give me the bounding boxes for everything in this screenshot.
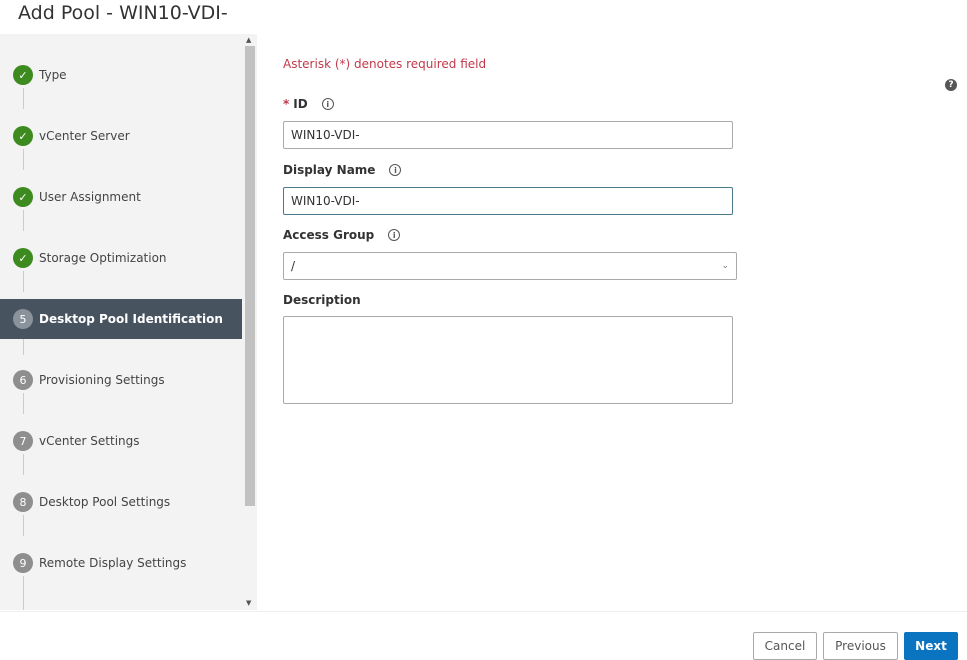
check-icon: ✓ [13, 187, 33, 207]
step-connector [23, 149, 24, 170]
step-provisioning-settings[interactable]: 6 Provisioning Settings [0, 360, 242, 400]
description-label: Description [283, 293, 361, 307]
scrollbar-thumb[interactable] [245, 46, 255, 506]
step-storage-optimization[interactable]: ✓ Storage Optimization [0, 238, 242, 278]
step-connector [23, 339, 24, 355]
step-connector [23, 210, 24, 231]
step-number: 8 [13, 492, 33, 512]
step-connector [23, 271, 24, 292]
sidebar-scrollbar[interactable]: ▲ ▼ [244, 34, 256, 610]
description-textarea[interactable] [283, 316, 733, 404]
wizard-steps-sidebar: ✓ Type ✓ vCenter Server ✓ User Assignment ✓… [0, 34, 257, 610]
id-label: * ID i [283, 97, 334, 111]
display-name-label: Display Name i [283, 163, 402, 177]
check-icon: ✓ [13, 126, 33, 146]
next-button[interactable]: Next [904, 632, 958, 660]
step-connector [23, 576, 24, 610]
required-field-note: Asterisk (*) denotes required field [283, 57, 487, 71]
dialog-title: Add Pool - WIN10-VDI- [18, 2, 228, 24]
step-desktop-pool-settings[interactable]: 8 Desktop Pool Settings [0, 482, 242, 522]
step-number: 7 [13, 431, 33, 451]
scroll-up-icon[interactable]: ▲ [246, 36, 251, 44]
required-asterisk: * [283, 97, 290, 111]
step-connector [23, 454, 24, 475]
step-number: 5 [13, 309, 33, 329]
step-type[interactable]: ✓ Type [0, 55, 242, 95]
step-number: 9 [13, 553, 33, 573]
step-vcenter-server[interactable]: ✓ vCenter Server [0, 116, 242, 156]
info-icon[interactable]: i [389, 164, 402, 176]
id-input[interactable]: WIN10-VDI- [283, 121, 733, 149]
info-icon[interactable]: i [321, 98, 334, 110]
access-group-select[interactable]: / ⌄ [283, 252, 737, 280]
chevron-down-icon: ⌄ [721, 261, 729, 271]
step-number: 6 [13, 370, 33, 390]
step-vcenter-settings[interactable]: 7 vCenter Settings [0, 421, 242, 461]
display-name-input[interactable]: WIN10-VDI- [283, 187, 733, 215]
step-connector [23, 88, 24, 109]
check-icon: ✓ [13, 248, 33, 268]
scroll-down-icon[interactable]: ▼ [246, 599, 251, 607]
step-user-assignment[interactable]: ✓ User Assignment [0, 177, 242, 217]
step-remote-display-settings[interactable]: 9 Remote Display Settings [0, 543, 242, 583]
info-icon[interactable]: i [388, 229, 401, 241]
cancel-button[interactable]: Cancel [753, 632, 817, 660]
step-desktop-pool-identification[interactable]: 5 Desktop Pool Identification [0, 299, 242, 339]
previous-button[interactable]: Previous [823, 632, 898, 660]
access-group-label: Access Group i [283, 228, 401, 242]
footer-divider [0, 611, 967, 612]
help-icon[interactable]: ? [945, 79, 957, 91]
step-connector [23, 515, 24, 536]
check-icon: ✓ [13, 65, 33, 85]
step-connector [23, 393, 24, 414]
